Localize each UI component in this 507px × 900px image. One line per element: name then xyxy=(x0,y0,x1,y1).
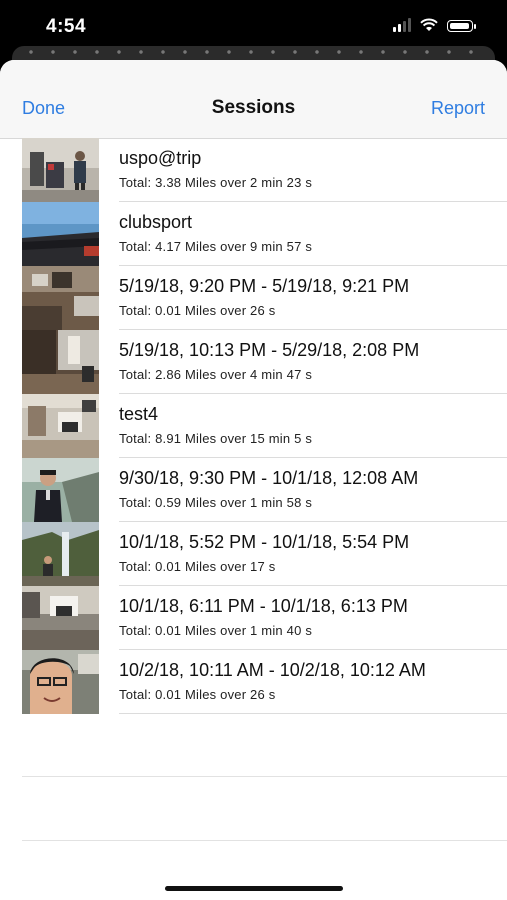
session-details: 10/2/18, 10:11 AM - 10/2/18, 10:12 AM To… xyxy=(119,650,507,714)
session-summary: Total: 0.01 Miles over 17 s xyxy=(119,559,276,574)
session-title: 5/19/18, 9:20 PM - 5/19/18, 9:21 PM xyxy=(119,276,410,296)
session-title: clubsport xyxy=(119,212,193,232)
session-thumbnail xyxy=(22,458,99,522)
session-title: 9/30/18, 9:30 PM - 10/1/18, 12:08 AM xyxy=(119,468,419,488)
session-row[interactable]: test4 Total: 8.91 Miles over 15 min 5 s xyxy=(0,394,507,458)
status-time: 4:54 xyxy=(46,16,87,37)
session-summary: Total: 2.86 Miles over 4 min 47 s xyxy=(119,367,313,382)
session-summary: Total: 3.38 Miles over 2 min 23 s xyxy=(119,175,313,190)
session-title: 5/19/18, 10:13 PM - 5/29/18, 2:08 PM xyxy=(119,340,420,360)
session-summary: Total: 0.01 Miles over 1 min 40 s xyxy=(119,623,313,638)
session-summary: Total: 0.59 Miles over 1 min 58 s xyxy=(119,495,313,510)
wifi-icon xyxy=(420,18,438,31)
session-title: 10/2/18, 10:11 AM - 10/2/18, 10:12 AM xyxy=(119,660,426,680)
session-row[interactable]: uspo@trip Total: 3.38 Miles over 2 min 2… xyxy=(0,138,507,202)
background-pattern xyxy=(20,50,487,54)
session-thumbnail xyxy=(22,650,99,714)
home-indicator[interactable] xyxy=(165,886,343,891)
report-button[interactable]: Report xyxy=(431,98,485,119)
cellular-signal-icon xyxy=(393,18,411,32)
session-summary: Total: 0.01 Miles over 26 s xyxy=(119,687,276,702)
empty-row-separator xyxy=(22,840,507,841)
session-row[interactable]: 5/19/18, 9:20 PM - 5/19/18, 9:21 PM Tota… xyxy=(0,266,507,330)
session-summary: Total: 8.91 Miles over 15 min 5 s xyxy=(119,431,313,446)
session-details: 5/19/18, 9:20 PM - 5/19/18, 9:21 PM Tota… xyxy=(119,266,507,330)
session-details: uspo@trip Total: 3.38 Miles over 2 min 2… xyxy=(119,138,507,202)
session-row[interactable]: clubsport Total: 4.17 Miles over 9 min 5… xyxy=(0,202,507,266)
session-summary: Total: 4.17 Miles over 9 min 57 s xyxy=(119,239,313,254)
session-thumbnail xyxy=(22,522,99,586)
session-thumbnail xyxy=(22,266,99,330)
session-row[interactable]: 10/1/18, 6:11 PM - 10/1/18, 6:13 PM Tota… xyxy=(0,586,507,650)
session-thumbnail xyxy=(22,138,99,202)
session-details: 10/1/18, 5:52 PM - 10/1/18, 5:54 PM Tota… xyxy=(119,522,507,586)
session-details: 5/19/18, 10:13 PM - 5/29/18, 2:08 PM Tot… xyxy=(119,330,507,394)
session-thumbnail xyxy=(22,202,99,266)
navigation-bar: Done Sessions Report xyxy=(0,60,507,139)
empty-row-separator xyxy=(22,776,507,777)
session-details: 10/1/18, 6:11 PM - 10/1/18, 6:13 PM Tota… xyxy=(119,586,507,650)
session-row[interactable]: 10/1/18, 5:52 PM - 10/1/18, 5:54 PM Tota… xyxy=(0,522,507,586)
session-summary: Total: 0.01 Miles over 26 s xyxy=(119,303,276,318)
battery-icon xyxy=(447,20,476,32)
session-row[interactable]: 5/19/18, 10:13 PM - 5/29/18, 2:08 PM Tot… xyxy=(0,330,507,394)
session-title: uspo@trip xyxy=(119,148,202,168)
sessions-sheet: Done Sessions Report uspo@trip Total: 3.… xyxy=(0,60,507,900)
session-title: 10/1/18, 5:52 PM - 10/1/18, 5:54 PM xyxy=(119,532,410,552)
session-row[interactable]: 9/30/18, 9:30 PM - 10/1/18, 12:08 AM Tot… xyxy=(0,458,507,522)
session-title: 10/1/18, 6:11 PM - 10/1/18, 6:13 PM xyxy=(119,596,408,616)
session-title: test4 xyxy=(119,404,159,424)
session-details: test4 Total: 8.91 Miles over 15 min 5 s xyxy=(119,394,507,458)
sessions-list: uspo@trip Total: 3.38 Miles over 2 min 2… xyxy=(0,138,507,714)
session-details: 9/30/18, 9:30 PM - 10/1/18, 12:08 AM Tot… xyxy=(119,458,507,522)
session-row[interactable]: 10/2/18, 10:11 AM - 10/2/18, 10:12 AM To… xyxy=(0,650,507,714)
session-thumbnail xyxy=(22,330,99,394)
session-thumbnail xyxy=(22,586,99,650)
status-icons xyxy=(393,18,476,32)
session-details: clubsport Total: 4.17 Miles over 9 min 5… xyxy=(119,202,507,266)
session-thumbnail xyxy=(22,394,99,458)
